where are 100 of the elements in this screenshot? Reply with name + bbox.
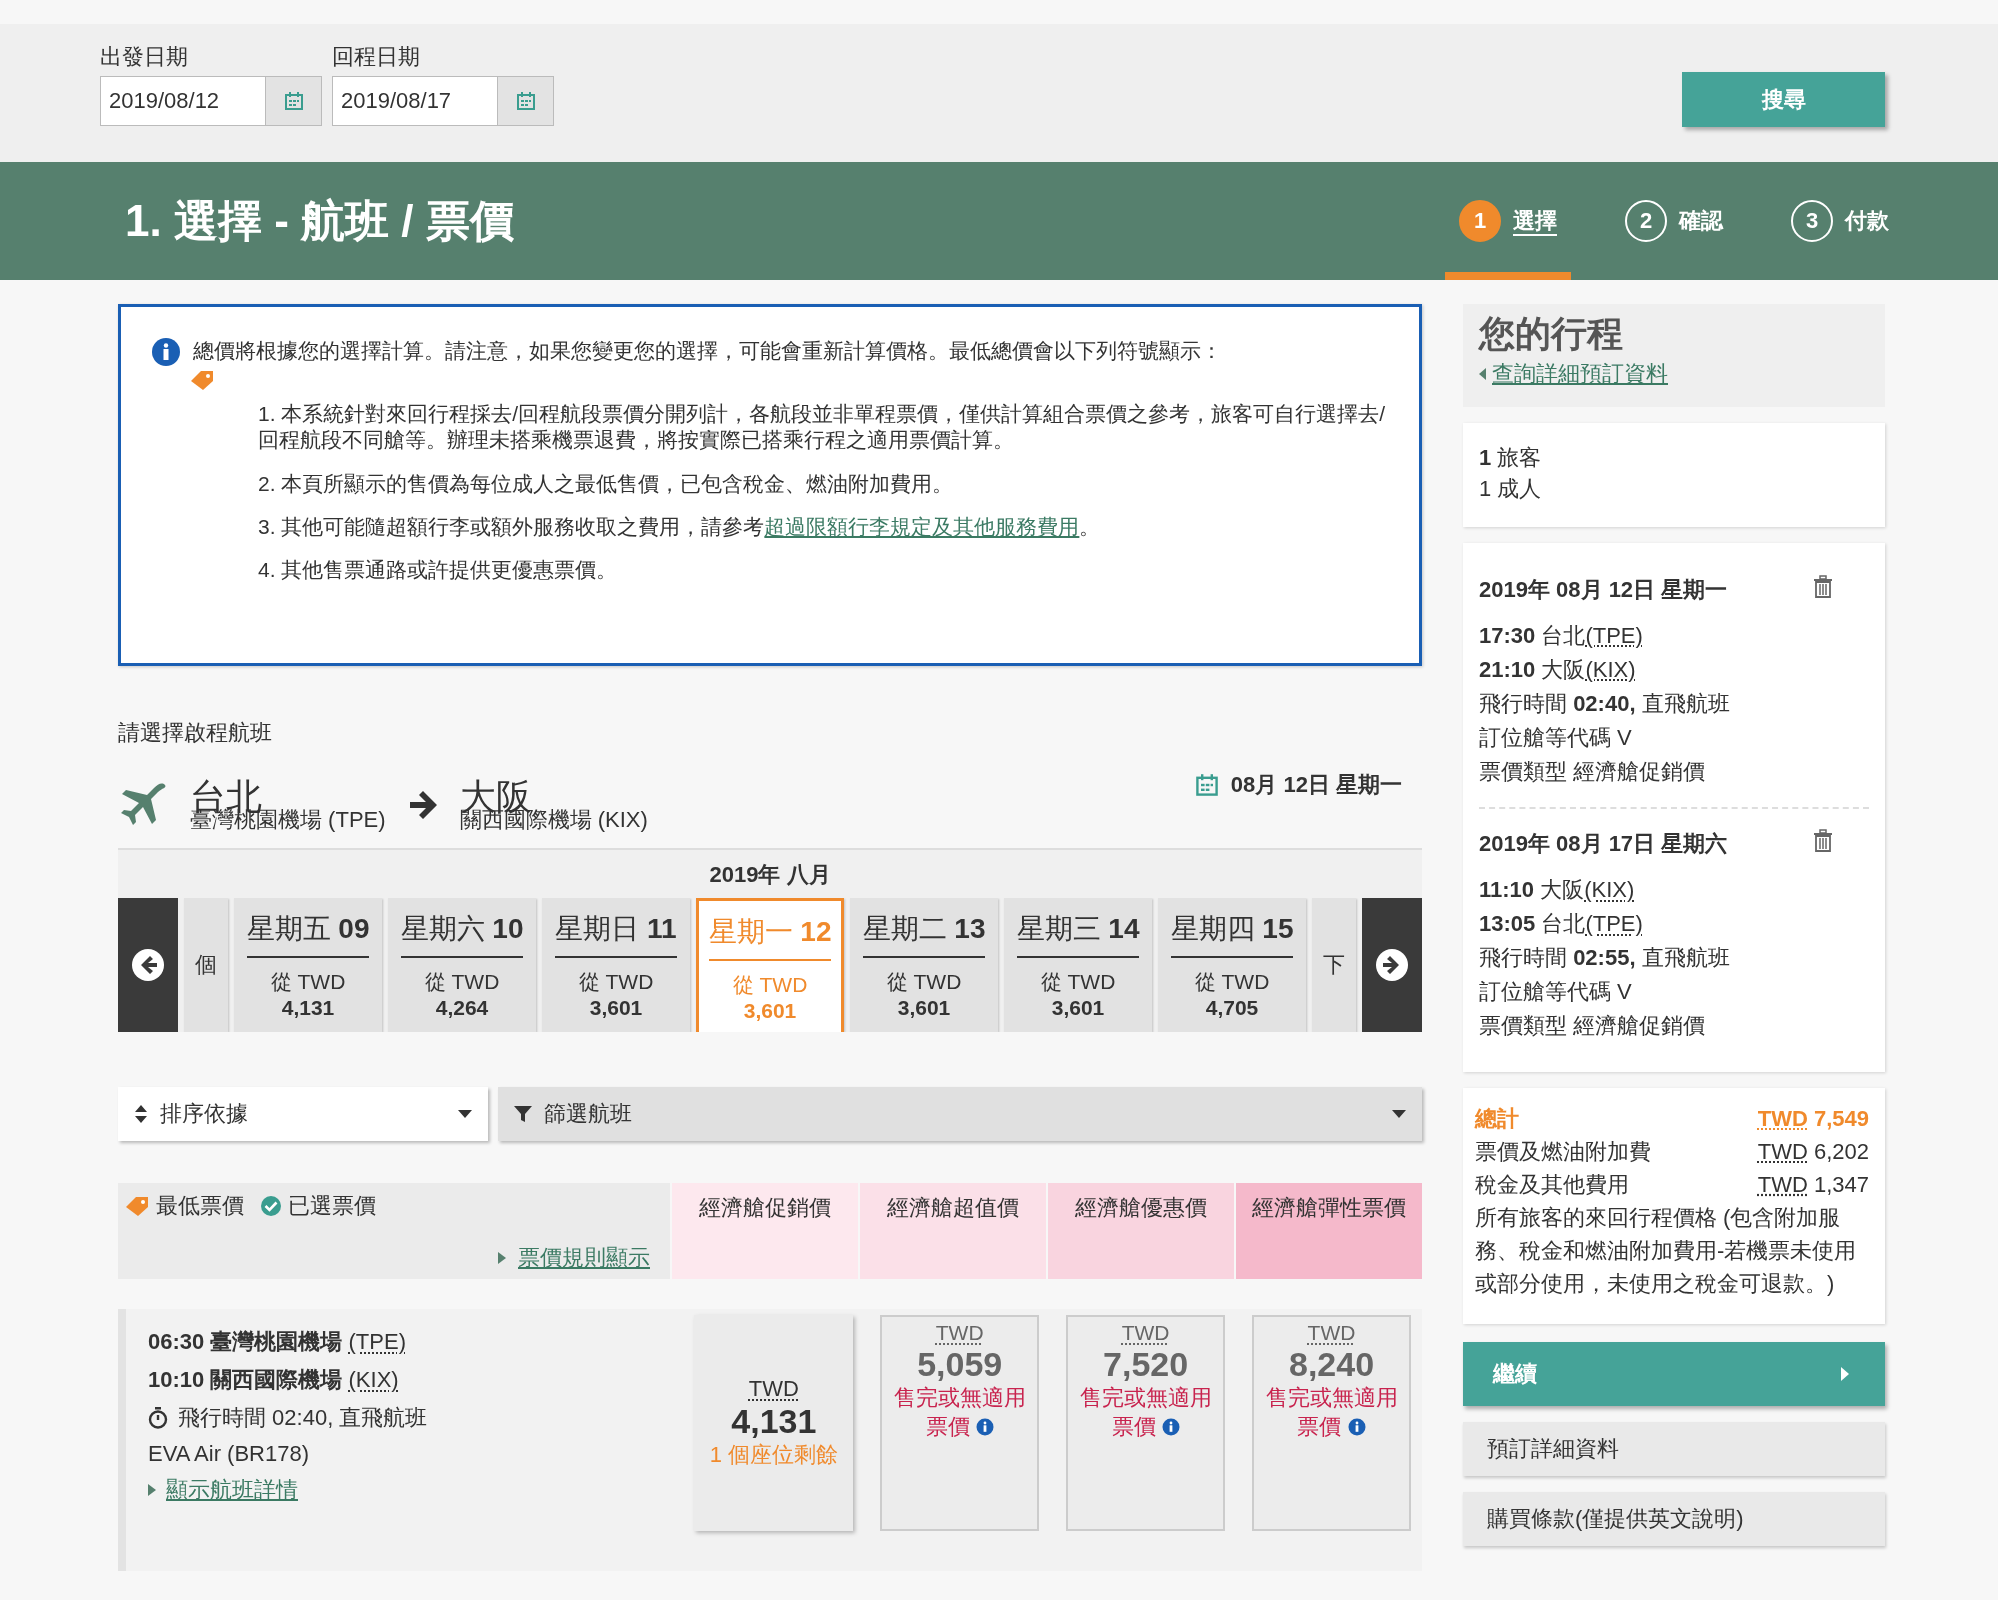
sort-dropdown[interactable]: 排序依據 xyxy=(118,1087,488,1141)
triangle-left-icon xyxy=(1479,368,1486,380)
notice-item: 3. 其他可能隨超額行李或額外服務收取之費用，請參考超過限額行李規定及其他服務費用。 xyxy=(258,513,1102,540)
date-card[interactable]: 星期六 10 從 TWD 4,264 xyxy=(388,898,536,1032)
airline-flight: EVA Air (BR178) xyxy=(148,1441,310,1467)
menu-button[interactable]: 預訂詳細資料 xyxy=(1463,1421,1885,1476)
price-label: 稅金及其他費用 xyxy=(1475,1170,1629,1199)
fare-column-header: 經濟艙優惠價 xyxy=(1048,1183,1234,1279)
travel-date: 08月 12日 星期一 xyxy=(1230,771,1402,799)
next-button[interactable] xyxy=(1362,898,1422,1032)
step-tab[interactable]: 1 選擇 xyxy=(1445,162,1571,280)
from-label: 從 TWD xyxy=(1194,969,1270,995)
info-icon[interactable] xyxy=(1347,1417,1366,1436)
total-label: 總計 xyxy=(1475,1104,1519,1133)
legend-label: 已選票價 xyxy=(288,1192,376,1220)
notice-text: 總價將根據您的選擇計算。請注意，如果您變更您的選擇，可能會重新計算價格。最低總價會以下列符號顯示： xyxy=(193,338,1222,364)
day-price: 3,601 xyxy=(589,996,643,1020)
price-note: 所有旅客的來回行程價格 (包含附加服務、稅金和燃油附加費用-若機票未使用或部分使用，未使用之稅金可退款。) xyxy=(1475,1203,1858,1298)
day-label: 星期三 14 xyxy=(1016,910,1140,958)
step-number: 3 xyxy=(1791,200,1833,242)
day-label: 星期日 11 xyxy=(555,910,677,958)
menu-button[interactable]: 購買條款(僅提供英文說明) xyxy=(1463,1491,1885,1546)
info-icon[interactable] xyxy=(975,1417,994,1436)
fare-column-header: 經濟艙促銷價 xyxy=(672,1183,858,1279)
flight-duration: 飛行時間 02:55, 直飛航班 xyxy=(1479,944,1731,973)
day-price: 4,705 xyxy=(1205,996,1259,1020)
legend-label: 最低票價 xyxy=(156,1192,244,1220)
date-card[interactable]: 星期日 11 從 TWD 3,601 xyxy=(542,898,690,1032)
filter-dropdown[interactable]: 篩選航班 xyxy=(498,1087,1422,1141)
total-amount: TWD 7,549 xyxy=(1757,1104,1869,1133)
passenger-count: 1 旅客 xyxy=(1479,444,1543,472)
itinerary-title: 您的行程 xyxy=(1479,312,1624,356)
calendar-icon xyxy=(1194,773,1219,797)
step-tab[interactable]: 3 付款 xyxy=(1777,162,1903,280)
date-field[interactable]: 2019/08/17 xyxy=(332,76,554,126)
step-number: 2 xyxy=(1625,200,1667,242)
trash-icon[interactable] xyxy=(1813,829,1833,854)
filter-icon xyxy=(514,1105,532,1123)
day-label: 星期六 10 xyxy=(400,910,524,958)
flight-details-link[interactable]: 顯示航班詳情 xyxy=(166,1475,298,1505)
date-card[interactable]: 星期四 15 從 TWD 4,705 xyxy=(1158,898,1306,1032)
baggage-fees-link[interactable]: 超過限額行李規定及其他服務費用 xyxy=(764,514,1080,538)
date-card[interactable]: 星期五 09 從 TWD 4,131 xyxy=(234,898,382,1032)
price-amount: TWD 1,347 xyxy=(1757,1170,1869,1199)
fare-rules-link[interactable]: 票價規則顯示 xyxy=(518,1243,650,1273)
date-field[interactable]: 2019/08/12 xyxy=(100,76,322,126)
flight-date: 2019年 08月 12日 星期一 xyxy=(1479,575,1728,604)
notice-item: 2. 本頁所顯示的售價為每位成人之最低售價，已包含稅金、燃油附加費用。 xyxy=(258,470,955,497)
date-card[interactable]: 下 xyxy=(1312,898,1356,1032)
day-label: 星期一 12 xyxy=(708,913,832,961)
booking-class: 訂位艙等代碼 V xyxy=(1479,978,1633,1007)
month-label: 2019年 八月 xyxy=(708,861,832,889)
section-heading: 請選擇啟程航班 xyxy=(118,719,273,747)
previous-button[interactable] xyxy=(118,898,178,1032)
day-price: 4,264 xyxy=(435,996,489,1020)
notice-item: 1. 本系統針對來回行程採去/回程航段票價分開列計，各航段並非單程票價，僅供計算組合票價之參考，旅客可自行選擇去/回程航段不同艙等。辦理未搭乘機票退費，將按實際已搭乘行程之適用票價計算。 xyxy=(258,401,1387,454)
caret-icon xyxy=(458,1110,472,1118)
arrival-info: 21:10 大阪(KIX) xyxy=(1479,655,1637,684)
day-price: 3,601 xyxy=(897,996,951,1020)
flight-date: 2019年 08月 17日 星期六 xyxy=(1479,830,1728,859)
fare-option[interactable]: TWD 4,131 1 個座位剩餘 xyxy=(694,1315,854,1531)
caret-icon xyxy=(1392,1110,1406,1118)
fare-column-header: 經濟艙超值價 xyxy=(860,1183,1046,1279)
from-label: 從 TWD xyxy=(578,969,654,995)
day-label: 星期二 13 xyxy=(862,910,986,958)
trash-icon[interactable] xyxy=(1813,574,1833,599)
arrow-right-icon xyxy=(1375,948,1409,982)
step-tab[interactable]: 2 確認 xyxy=(1611,162,1737,280)
from-label: 從 TWD xyxy=(1040,969,1116,995)
triangle-right-icon xyxy=(148,1484,156,1496)
date-card[interactable]: 星期二 13 從 TWD 3,601 xyxy=(850,898,998,1032)
price-tag-icon xyxy=(189,369,215,391)
day-price: 3,601 xyxy=(743,999,797,1023)
fare-type: 票價類型 經濟艙促銷價 xyxy=(1479,1012,1707,1041)
date-card[interactable]: 個 xyxy=(184,898,228,1032)
sort-icon xyxy=(134,1104,148,1124)
date-label: 出發日期 xyxy=(100,43,189,71)
arrow-left-icon xyxy=(131,948,165,982)
fare-type: 票價類型 經濟艙促銷價 xyxy=(1479,757,1707,786)
from-label: 從 TWD xyxy=(886,969,962,995)
booking-details-link[interactable]: 查詢詳細預訂資料 xyxy=(1492,359,1668,389)
info-icon[interactable] xyxy=(1161,1417,1180,1436)
price-amount: TWD 6,202 xyxy=(1757,1137,1869,1166)
arrival-info: 13:05 台北(TPE) xyxy=(1479,910,1644,939)
fare-option: TWD 8,240 售完或無適用票價 xyxy=(1252,1315,1411,1531)
date-card[interactable]: 星期三 14 從 TWD 3,601 xyxy=(1004,898,1152,1032)
passenger-count: 1 成人 xyxy=(1479,474,1543,503)
stopwatch-icon xyxy=(148,1407,168,1429)
fare-option: TWD 5,059 售完或無適用票價 xyxy=(880,1315,1040,1531)
day-label: 星期五 09 xyxy=(246,910,370,958)
date-label: 回程日期 xyxy=(332,43,421,71)
notice-item: 4. 其他售票通路或許提供更優惠票價。 xyxy=(258,557,619,583)
departure-info: 06:30 臺灣桃園機場 (TPE) xyxy=(148,1328,407,1356)
calendar-button[interactable] xyxy=(497,77,553,125)
flight-duration: 飛行時間 02:40, 直飛航班 xyxy=(1479,689,1731,718)
arrow-right-icon xyxy=(407,791,438,819)
check-circle-icon xyxy=(260,1195,282,1217)
from-label: 從 TWD xyxy=(732,972,808,998)
calendar-button[interactable] xyxy=(265,77,321,125)
day-price: 3,601 xyxy=(1051,996,1105,1020)
